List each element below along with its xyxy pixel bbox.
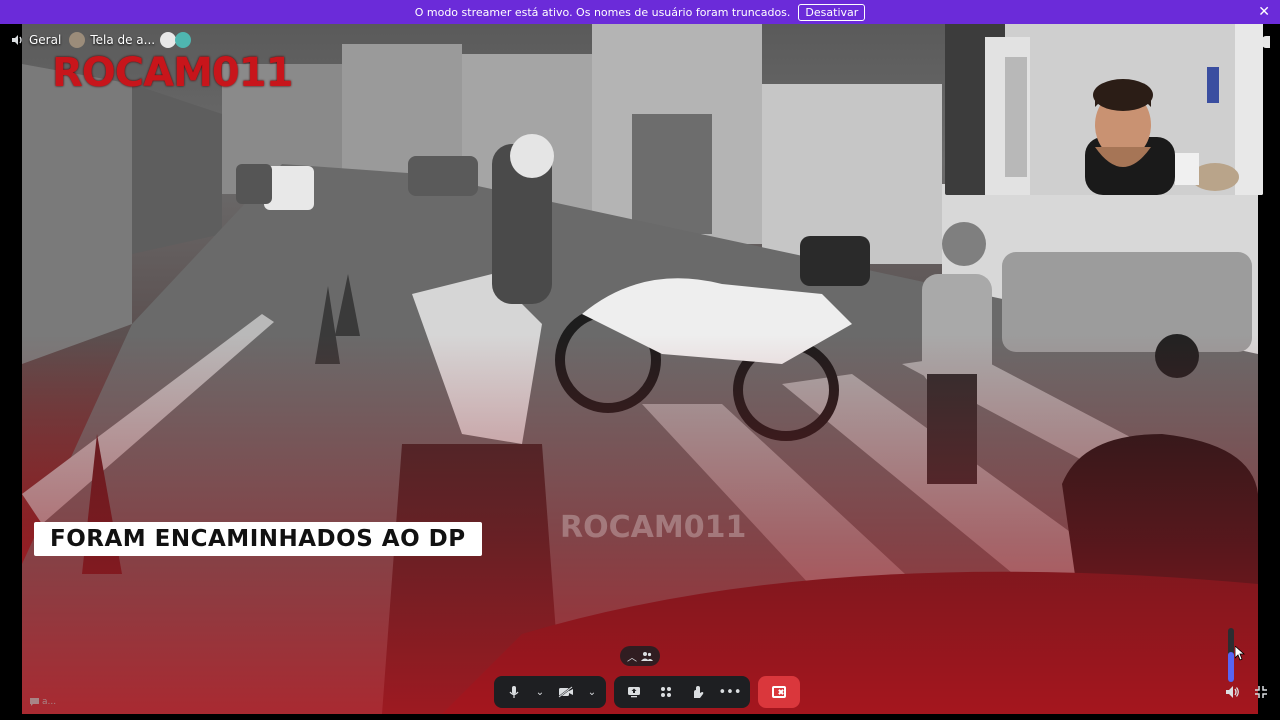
volume-slider[interactable]: [1228, 628, 1234, 682]
volume-icon[interactable]: [1224, 684, 1240, 700]
chat-icon: [30, 698, 39, 706]
chevron-up-icon: ︿: [627, 652, 637, 664]
streamer-name: Tela de a...: [90, 33, 156, 47]
more-icon: •••: [718, 684, 742, 700]
disable-streamer-mode-button[interactable]: Desativar: [798, 3, 866, 21]
streamer-mode-banner: O modo streamer está ativo. Os nomes de …: [0, 0, 1280, 24]
apps-icon: [661, 687, 671, 697]
leave-call-icon: [772, 686, 786, 698]
microphone-icon: [509, 686, 519, 698]
logo-text: ROCAM011: [52, 50, 293, 96]
volume-fill: [1228, 652, 1234, 682]
microphone-button[interactable]: [500, 678, 528, 706]
video-watermark: ROCAM011: [560, 510, 747, 545]
channel-name: Geral: [29, 33, 62, 47]
more-options-button[interactable]: •••: [716, 678, 744, 706]
camera-button[interactable]: [552, 678, 580, 706]
webcam-overlay[interactable]: [945, 17, 1263, 195]
activities-button[interactable]: [652, 678, 680, 706]
streamer-indicator[interactable]: Tela de a...: [69, 32, 192, 48]
people-icon: [641, 652, 653, 661]
voice-channel-row: Geral Tela de a...: [10, 32, 192, 48]
chevron-down-icon: ⌄: [587, 686, 597, 698]
video-caption: FORAM ENCAMINHADOS AO DP: [34, 522, 482, 556]
audio-video-group: ⌄ ⌄: [494, 676, 606, 708]
streamer-avatar: [69, 32, 86, 48]
mouse-cursor-icon: [1235, 646, 1245, 661]
speaker-icon: [12, 35, 22, 45]
app-window: O modo streamer está ativo. Os nomes de …: [0, 0, 1280, 720]
chat-chip[interactable]: a...: [30, 697, 56, 707]
exit-fullscreen-icon[interactable]: [1254, 685, 1268, 699]
microphone-options-button[interactable]: ⌄: [532, 678, 548, 706]
viewer-avatar: [160, 32, 177, 48]
screen-share-icon: [628, 687, 640, 698]
banner-message: O modo streamer está ativo. Os nomes de …: [414, 5, 791, 19]
camera-off-icon: [558, 686, 573, 698]
expand-participants-button[interactable]: ︿: [620, 646, 660, 666]
camera-options-button[interactable]: ⌄: [584, 678, 600, 706]
close-icon[interactable]: ✕: [1258, 4, 1270, 20]
viewer-avatar: [175, 32, 192, 48]
share-screen-button[interactable]: [620, 678, 648, 706]
webcam-scene: [945, 17, 1263, 195]
chevron-down-icon: ⌄: [535, 686, 545, 698]
channel-indicator[interactable]: Geral: [10, 33, 61, 47]
actions-group: •••: [614, 676, 750, 708]
disconnect-button[interactable]: [758, 676, 800, 708]
soundboard-button[interactable]: [684, 678, 712, 706]
soundboard-icon: [694, 686, 704, 698]
chat-chip-label: a...: [42, 697, 57, 707]
call-controls: ⌄ ⌄ •••: [494, 676, 800, 708]
participant-edge-indicator[interactable]: [1262, 36, 1270, 48]
channel-logo: ROCAM011: [52, 50, 293, 120]
